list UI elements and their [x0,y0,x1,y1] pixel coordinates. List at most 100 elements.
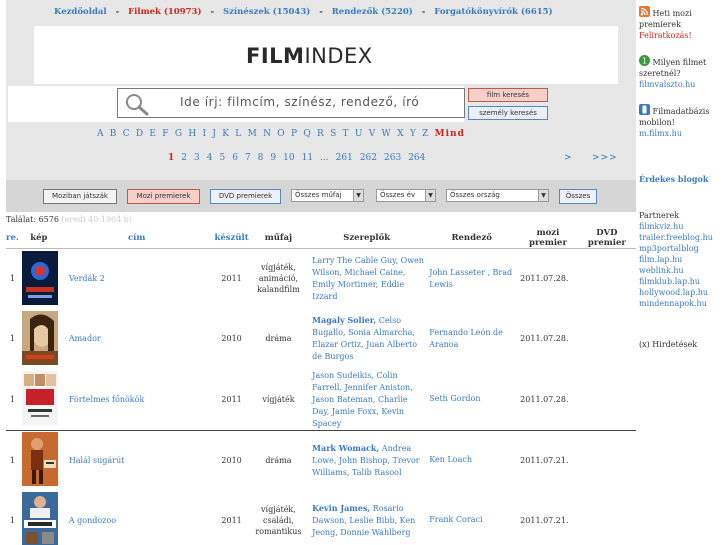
poster-image[interactable] [21,432,58,487]
partner-link[interactable]: trailer.freeblog.hu [639,232,727,243]
row-title-link[interactable]: A gondozoo [69,516,116,525]
row-title-link[interactable]: Halál sugárút [69,456,125,465]
film-search-button[interactable]: film keresés [468,88,548,102]
row-cast[interactable]: Kevin James, Rosario Dawson, Leslie Bibb… [308,490,425,545]
nav-films-link[interactable]: Filmek (10973) [128,7,201,17]
row-cast[interactable]: Jason Sudeikis, Colin Farrell, Jennifer … [308,369,425,431]
next-page-link[interactable]: > [564,153,572,163]
partner-link[interactable]: filmklub.lap.hu [639,276,727,287]
person-search-button[interactable]: személy keresés [468,106,548,120]
page-link[interactable]: 1 [168,153,174,163]
page-link[interactable]: 264 [408,153,425,163]
letter-link-p[interactable]: P [291,129,297,139]
letter-link-r[interactable]: R [317,129,324,139]
letter-link-v[interactable]: V [369,129,376,139]
page-link[interactable]: 2 [181,153,187,163]
row-poster[interactable] [19,249,59,309]
header-rank[interactable]: re. [6,228,19,249]
partner-link[interactable]: film.lap.hu [639,254,727,265]
in-cinemas-button[interactable]: Moziban játszák [43,189,117,204]
nav-home-link[interactable]: Kezdőoldal [54,7,107,17]
page-link[interactable]: 261 [336,153,353,163]
letter-link-all[interactable]: Mind [435,129,465,139]
row-poster[interactable] [19,309,59,369]
letter-link-e[interactable]: E [149,129,156,139]
page-link[interactable]: 11 [302,153,313,163]
page-link[interactable]: 3 [194,153,200,163]
row-cast[interactable]: Magaly Solier, Celso Bugallo, Sonia Alma… [308,309,425,369]
row-cast-lead[interactable]: Magaly Solier, [312,315,376,325]
letter-link-m[interactable]: M [248,129,257,139]
poster-image[interactable] [21,492,58,545]
ads-label[interactable]: (x) Hirdetések [639,339,727,350]
letter-link-u[interactable]: U [355,129,363,139]
partner-link[interactable]: mindennapok.hu [639,298,727,309]
dvd-premieres-button[interactable]: DVD premierek [210,189,281,204]
row-cast[interactable]: Mark Womack, Andrea Lowe, John Bishop, T… [308,429,426,490]
letter-link-z[interactable]: Z [422,129,428,139]
letter-link-j[interactable]: J [212,129,216,139]
page-link[interactable]: 10 [283,153,294,163]
page-link[interactable]: 262 [360,153,377,163]
letter-link-q[interactable]: Q [303,129,310,139]
row-cast-lead[interactable]: Kevin James, [312,503,370,513]
blogs-heading[interactable]: Érdekes blogok [639,174,727,185]
row-director[interactable]: Frank Coraci [425,490,518,545]
page-link[interactable]: 263 [384,153,401,163]
page-link[interactable]: 6 [232,153,238,163]
row-director[interactable]: Ken Loach [425,429,519,490]
poster-image[interactable] [21,371,58,425]
nav-directors-link[interactable]: Rendezők (5220) [332,7,413,17]
rss-subscribe-link[interactable]: Feliratkozás! [639,31,692,40]
row-cast[interactable]: Larry The Cable Guy, Owen Wilson, Michae… [308,249,425,309]
last-page-link[interactable]: >>> [592,153,618,163]
poster-image[interactable] [21,250,58,305]
page-link[interactable]: 4 [207,153,213,163]
genre-select[interactable]: Összes műfaj ▼ [291,189,364,202]
letter-link-w[interactable]: W [382,129,391,139]
row-title-link[interactable]: Förtelmes főnökök [69,395,145,404]
search-input[interactable]: Ide írj: filmcím, színész, rendező, író [117,88,465,118]
nav-actors-link[interactable]: Színészek (15043) [223,7,310,17]
letter-link-t[interactable]: T [343,129,349,139]
letter-link-d[interactable]: D [136,129,143,139]
letter-link-k[interactable]: K [222,129,229,139]
letter-link-c[interactable]: C [123,129,130,139]
mobile-link[interactable]: m.filmx.hu [639,129,682,138]
partner-link[interactable]: weblink.hu [639,265,727,276]
letter-link-a[interactable]: A [97,129,104,139]
partner-link[interactable]: filmkviz.hu [639,221,727,232]
page-link[interactable]: 8 [258,153,264,163]
row-title-link[interactable]: Verdák 2 [69,274,105,283]
nav-writers-link[interactable]: Forgatókönyvírók (6615) [434,7,552,17]
letter-link-g[interactable]: G [175,129,182,139]
row-poster[interactable] [19,369,59,431]
site-logo[interactable]: FILMINDEX [246,44,373,68]
letter-link-y[interactable]: Y [410,129,416,139]
letter-link-s[interactable]: S [330,129,336,139]
country-select[interactable]: Összes ország ▼ [446,189,549,202]
row-cast-list[interactable]: Jason Sudeikis, Colin Farrell, Jennifer … [312,371,413,428]
year-select[interactable]: Összes év ▼ [376,189,436,202]
letter-link-b[interactable]: B [110,129,117,139]
letter-link-h[interactable]: H [188,129,196,139]
row-poster[interactable] [19,490,59,545]
row-title-link[interactable]: Amador [69,334,101,343]
page-link[interactable]: 7 [245,153,251,163]
row-cast-lead[interactable]: Mark Womack, [312,443,379,453]
all-button[interactable]: Összes [559,189,597,204]
letter-link-l[interactable]: L [235,129,241,139]
row-cast-list[interactable]: Larry The Cable Guy, Owen Wilson, Michae… [312,256,424,301]
page-link[interactable]: 5 [219,153,225,163]
page-link[interactable]: 9 [270,153,276,163]
row-poster[interactable] [18,429,59,490]
poster-image[interactable] [21,310,58,365]
row-director[interactable]: Seth Gordon [425,369,518,431]
header-year[interactable]: készült [214,228,249,249]
letter-link-o[interactable]: O [277,129,284,139]
row-director[interactable]: John Lasseter , Brad Lewis [425,249,518,309]
header-title[interactable]: cím [58,228,215,249]
cinema-premieres-button[interactable]: Mozi premierek [127,189,200,204]
letter-link-n[interactable]: N [263,129,271,139]
poll-link[interactable]: filmvalszto.hu [639,80,695,89]
